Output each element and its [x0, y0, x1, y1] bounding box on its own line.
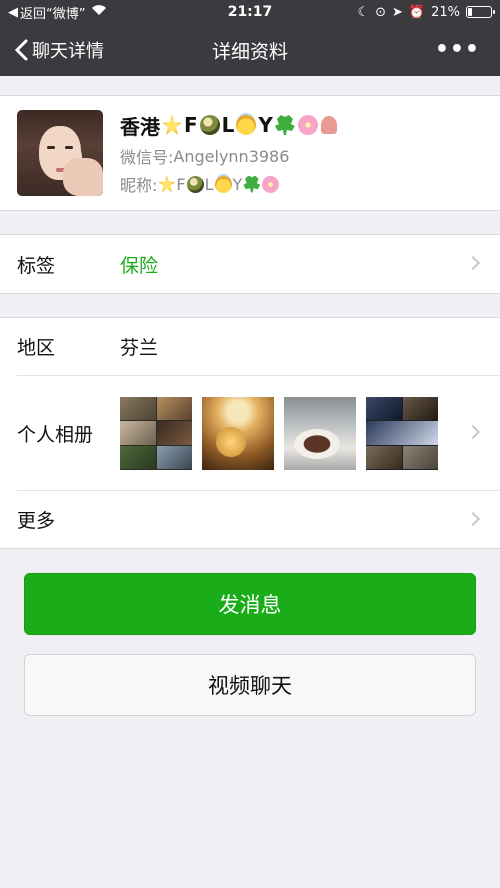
nickname-label: 昵称:: [120, 176, 158, 195]
album-photos: [120, 396, 438, 470]
glowing-star-icon: [158, 175, 176, 193]
alarm-icon: ⏰: [408, 4, 426, 20]
gender-female-icon: [320, 116, 337, 134]
region-label: 地区: [17, 337, 56, 359]
battery-percent: 21%: [431, 4, 460, 20]
nickname-letter: F: [176, 174, 186, 194]
profile-name: 香港 F L Y: [120, 110, 338, 140]
globe-ball-icon: [186, 175, 204, 193]
tags-card: 标签 保险: [0, 234, 500, 294]
send-message-button[interactable]: 发消息: [24, 573, 476, 635]
chevron-right-icon: [465, 424, 481, 440]
back-triangle-icon: ◀: [8, 4, 18, 20]
cherry-blossom-icon: [262, 175, 280, 193]
wechat-id-label: 微信号:: [120, 148, 174, 167]
profile-name-letter: F: [184, 113, 198, 137]
profile-info: 香港 F L Y 微信号: Angelynn3986 昵称: F L Y: [120, 110, 338, 196]
tags-label: 标签: [17, 254, 56, 277]
profile-name-letter: Y: [258, 113, 273, 137]
back-button[interactable]: 聊天详情: [14, 37, 104, 63]
nickname-letter: L: [204, 174, 214, 194]
profile-name-prefix: 香港: [120, 114, 160, 139]
moon-icon: ☾: [357, 4, 370, 20]
battery-level: [468, 8, 472, 16]
nickname-line: 昵称: F L Y: [120, 172, 338, 196]
album-row[interactable]: 个人相册: [17, 376, 500, 491]
video-chat-button[interactable]: 视频聊天: [24, 654, 476, 716]
album-label: 个人相册: [17, 423, 94, 446]
album-thumbnail: [366, 396, 438, 470]
nickname-letter: Y: [232, 174, 243, 194]
region-value: 芬兰: [120, 337, 159, 359]
tags-value: 保险: [120, 254, 159, 277]
tags-row[interactable]: 标签 保险: [0, 235, 500, 293]
angel-face-icon: [236, 115, 257, 135]
album-thumbnail: [202, 396, 274, 470]
angel-face-icon: [214, 175, 232, 193]
region-row: 地区 芬兰: [17, 318, 500, 376]
four-leaf-clover-icon: [274, 115, 295, 135]
profile-name-letter: L: [221, 113, 235, 137]
wechat-id-line: 微信号: Angelynn3986: [120, 144, 338, 168]
chevron-left-icon: [14, 39, 28, 61]
cherry-blossom-icon: [297, 115, 318, 135]
wechat-id-value: Angelynn3986: [173, 146, 290, 166]
battery-icon: [466, 6, 495, 18]
more-label: 更多: [17, 510, 56, 532]
status-back-app-label: 返回“微博”: [20, 6, 86, 22]
more-row[interactable]: 更多: [0, 491, 500, 548]
wifi-icon: [91, 4, 107, 20]
avatar[interactable]: [17, 110, 103, 196]
chevron-right-icon: [465, 255, 481, 271]
globe-ball-icon: [199, 115, 220, 135]
profile-card: 香港 F L Y 微信号: Angelynn3986 昵称: F L Y: [0, 95, 500, 211]
info-card: 地区 芬兰 个人相册 更多: [0, 317, 500, 549]
status-back-app[interactable]: ◀ 返回“微博”: [8, 3, 107, 22]
rotation-lock-icon: ⊙: [375, 4, 386, 20]
back-button-label: 聊天详情: [32, 41, 104, 62]
chevron-right-icon: [465, 511, 481, 526]
album-thumbnail: [120, 396, 192, 470]
album-thumbnail: [284, 396, 356, 470]
more-options-button[interactable]: •••: [435, 39, 490, 61]
status-bar: ◀ 返回“微博” 21:17 ☾ ⊙ ➤ ⏰ 21%: [0, 0, 500, 24]
location-arrow-icon: ➤: [392, 4, 403, 20]
glowing-star-icon: [162, 115, 182, 135]
navigation-bar: 聊天详情 详细资料 •••: [0, 24, 500, 76]
four-leaf-clover-icon: [243, 175, 261, 193]
